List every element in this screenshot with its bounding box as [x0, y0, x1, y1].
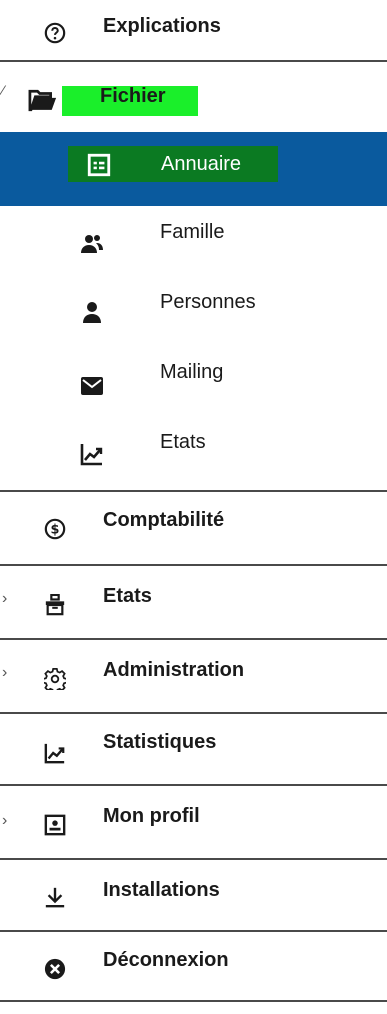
menu-item-administration[interactable]: › Administration [0, 640, 387, 714]
menu-label-explications: Explications [103, 15, 221, 37]
menu-item-mon-profil[interactable]: › Mon profil [0, 786, 387, 860]
folder-open-icon [28, 89, 57, 112]
menu-item-installations[interactable]: Installations [0, 860, 387, 932]
menu-item-famille[interactable]: Famille [0, 206, 387, 276]
menu-label-fichier: Fichier [100, 85, 166, 107]
menu-item-comptabilite[interactable]: $ Comptabilité [0, 492, 387, 566]
collapsed-caret-icon: › [2, 812, 8, 829]
close-circle-icon [44, 958, 66, 980]
menu-label-statistiques: Statistiques [103, 731, 217, 753]
svg-text:$: $ [51, 523, 60, 538]
menu-label-personnes: Personnes [160, 291, 256, 313]
menu-item-etats[interactable]: › Etats [0, 566, 387, 640]
menu-item-explications[interactable]: Explications [0, 0, 387, 62]
chart-line-icon [80, 444, 103, 466]
menu-label-installations: Installations [103, 879, 220, 901]
menu-label-etats-sub: Etats [160, 431, 206, 453]
collapsed-caret-icon: › [2, 590, 8, 607]
gear-icon [44, 668, 66, 690]
chart-line-icon [44, 743, 65, 764]
menu-item-fichier[interactable]: ⁄ Fichier [0, 62, 387, 132]
user-icon [83, 302, 101, 323]
dollar-circle-icon: $ [44, 518, 66, 540]
menu-label-mon-profil: Mon profil [103, 805, 200, 827]
menu-label-annuaire: Annuaire [161, 153, 242, 175]
sidebar-menu: Explications ⁄ Fichier Annuaire Famille … [0, 0, 387, 1002]
menu-label-mailing: Mailing [160, 361, 224, 383]
menu-label-famille: Famille [160, 221, 225, 243]
menu-item-etats-sub[interactable]: Etats [0, 416, 387, 490]
expanded-caret-icon: ⁄ [2, 82, 5, 98]
users-icon [81, 235, 103, 253]
menu-item-personnes[interactable]: Personnes [0, 276, 387, 346]
download-icon [45, 887, 65, 908]
menu-item-deconnexion[interactable]: Déconnexion [0, 932, 387, 1002]
envelope-icon [81, 377, 103, 395]
collapsed-caret-icon: › [2, 664, 8, 681]
address-book-icon [87, 153, 111, 177]
menu-label-deconnexion: Déconnexion [103, 949, 229, 971]
archive-icon [45, 594, 65, 616]
menu-item-mailing[interactable]: Mailing [0, 346, 387, 416]
menu-label-etats: Etats [103, 585, 152, 607]
menu-item-statistiques[interactable]: Statistiques [0, 714, 387, 786]
help-icon [44, 22, 66, 44]
menu-label-administration: Administration [103, 659, 245, 681]
menu-item-annuaire[interactable]: Annuaire [0, 132, 387, 206]
id-card-icon [44, 814, 66, 836]
menu-label-comptabilite: Comptabilité [103, 509, 225, 531]
